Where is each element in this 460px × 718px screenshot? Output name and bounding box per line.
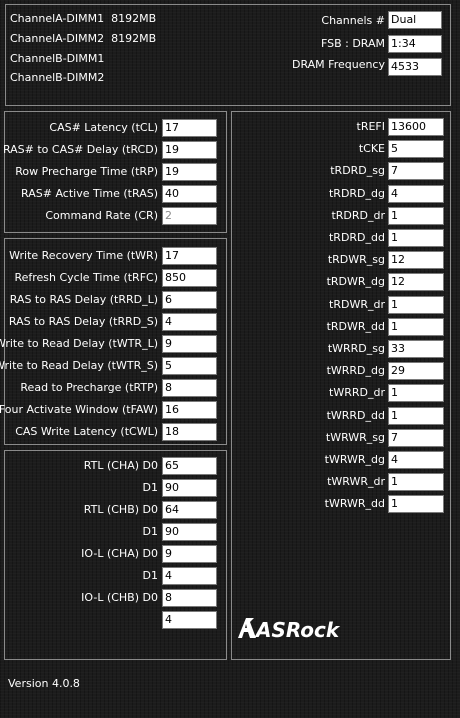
tertiary-timing-field[interactable]: 1 xyxy=(388,206,444,225)
tertiary-timing-label: tRDWR_dd xyxy=(326,319,385,333)
secondary-timing-field[interactable]: 850 xyxy=(162,269,217,287)
tertiary-timing-label: tRDWR_dr xyxy=(329,297,385,311)
rtl-iol-field[interactable]: 4 xyxy=(162,567,217,585)
tertiary-timing-field[interactable]: 1 xyxy=(388,384,444,403)
primary-timing-field[interactable]: 2 xyxy=(162,207,217,225)
secondary-timing-label: Write to Read Delay (tWTR_S) xyxy=(0,359,158,372)
tertiary-timing-label: tRDRD_dr xyxy=(331,208,385,222)
fsb-dram-field[interactable]: 1:34 xyxy=(388,35,442,53)
tertiary-timing-label: tWRRD_dg xyxy=(326,364,385,378)
tertiary-timing-label: tWRRD_sg xyxy=(327,342,385,355)
rtl-iol-field[interactable]: 90 xyxy=(162,523,217,541)
rtl-iol-label: IO-L (CHA) D0 xyxy=(81,547,158,560)
tertiary-timing-label: tWRWR_dg xyxy=(324,453,385,466)
tertiary-timing-label: tWRWR_dr xyxy=(327,475,385,489)
secondary-timing-label: RAS to RAS Delay (tRRD_L) xyxy=(9,293,158,306)
dimm-slot-b1: ChannelB-DIMM1 xyxy=(10,52,105,65)
tertiary-timing-label: tREFI xyxy=(356,120,385,133)
secondary-timing-label: Write to Read Delay (tWTR_L) xyxy=(0,337,158,350)
rtl-iol-field[interactable]: 4 xyxy=(162,611,217,629)
tertiary-timing-label: tWRRD_dd xyxy=(326,408,385,422)
primary-timing-label: CAS# Latency (tCL) xyxy=(49,121,158,134)
dimm-slot-b2: ChannelB-DIMM2 xyxy=(10,71,105,84)
secondary-timing-field[interactable]: 9 xyxy=(162,335,217,353)
tertiary-timing-label: tCKE xyxy=(358,142,385,156)
primary-timing-field[interactable]: 40 xyxy=(162,185,217,203)
rtl-iol-label: IO-L (CHB) D0 xyxy=(81,591,158,604)
dimm-slot-a1: ChannelA-DIMM1 8192MB xyxy=(10,12,157,25)
version-label: Version 4.0.8 xyxy=(8,677,80,690)
tertiary-timing-field[interactable]: 29 xyxy=(388,362,444,381)
rtl-iol-label: D1 xyxy=(142,525,158,538)
fsb-dram-label: FSB : DRAM xyxy=(320,37,385,50)
rtl-iol-field[interactable]: 65 xyxy=(162,457,217,475)
dram-frequency-field[interactable]: 4533 xyxy=(388,58,442,76)
tertiary-timing-label: tRDRD_dd xyxy=(328,231,385,244)
primary-timing-label: RAS# Active Time (tRAS) xyxy=(21,187,158,200)
secondary-timing-label: CAS Write Latency (tCWL) xyxy=(15,425,158,438)
tertiary-timing-field[interactable]: 4 xyxy=(388,184,444,203)
tertiary-timing-field[interactable]: 1 xyxy=(388,317,444,336)
secondary-timing-field[interactable]: 17 xyxy=(162,247,217,265)
asrock-logo: ASRock xyxy=(238,618,341,642)
secondary-timing-label: RAS to RAS Delay (tRRD_S) xyxy=(8,315,158,328)
tertiary-timing-field[interactable]: 1 xyxy=(388,229,444,247)
tertiary-timing-label: tWRWR_sg xyxy=(325,430,385,444)
tertiary-timing-label: tWRWR_dd xyxy=(324,497,385,511)
rtl-iol-field[interactable]: 8 xyxy=(162,589,217,607)
tertiary-timing-field[interactable]: 1 xyxy=(388,406,444,425)
secondary-timing-field[interactable]: 16 xyxy=(162,401,217,419)
secondary-timing-field[interactable]: 6 xyxy=(162,291,217,309)
secondary-timing-label: Write Recovery Time (tWR) xyxy=(9,249,158,262)
secondary-timing-field[interactable]: 5 xyxy=(162,357,217,375)
tertiary-timing-field[interactable]: 5 xyxy=(388,140,444,159)
channels-label: Channels # xyxy=(321,14,385,27)
rtl-iol-label: D1 xyxy=(142,569,158,582)
secondary-timing-label: Read to Precharge (tRTP) xyxy=(20,381,158,394)
tertiary-timing-field[interactable]: 7 xyxy=(388,162,444,181)
tertiary-timing-field[interactable]: 1 xyxy=(388,495,444,514)
secondary-timing-field[interactable]: 18 xyxy=(162,423,217,441)
rtl-iol-field[interactable]: 90 xyxy=(162,479,217,497)
tertiary-timing-label: tRDWR_sg xyxy=(327,253,385,267)
tertiary-timing-label: tRDRD_sg xyxy=(330,164,385,178)
rtl-iol-label: RTL (CHA) D0 xyxy=(83,459,158,472)
dimm-slot-a2: ChannelA-DIMM2 8192MB xyxy=(10,32,157,45)
tertiary-timing-label: tRDRD_dg xyxy=(328,186,385,200)
primary-timing-field[interactable]: 19 xyxy=(162,163,217,181)
primary-timing-label: Command Rate (CR) xyxy=(45,209,158,222)
tertiary-timing-label: tRDWR_dg xyxy=(326,275,385,289)
tertiary-timing-field[interactable]: 33 xyxy=(388,340,444,358)
rtl-iol-label: D1 xyxy=(142,481,158,494)
tertiary-timing-field[interactable]: 13600 xyxy=(388,118,444,136)
tertiary-timing-label: tWRRD_dr xyxy=(329,386,385,400)
tertiary-timing-field[interactable]: 12 xyxy=(388,273,444,292)
tertiary-timing-field[interactable]: 1 xyxy=(388,473,444,492)
primary-timing-field[interactable]: 17 xyxy=(162,119,217,137)
rtl-iol-field[interactable]: 64 xyxy=(162,501,217,519)
channels-field[interactable]: Dual xyxy=(388,11,442,29)
tertiary-timing-field[interactable]: 4 xyxy=(388,451,444,469)
rtl-iol-label: RTL (CHB) D0 xyxy=(83,503,158,516)
primary-timing-label: Row Precharge Time (tRP) xyxy=(15,165,158,178)
rtl-iol-field[interactable]: 9 xyxy=(162,545,217,563)
tertiary-timing-field[interactable]: 12 xyxy=(388,251,444,270)
secondary-timing-field[interactable]: 8 xyxy=(162,379,217,397)
primary-timing-label: RAS# to CAS# Delay (tRCD) xyxy=(2,143,158,156)
asrock-logo-text: ASRock xyxy=(254,618,341,642)
secondary-timing-label: Refresh Cycle Time (tRFC) xyxy=(14,271,158,284)
tertiary-timing-field[interactable]: 7 xyxy=(388,428,444,447)
secondary-timing-label: Four Activate Window (tFAW) xyxy=(0,403,158,416)
tertiary-timing-field[interactable]: 1 xyxy=(388,295,444,314)
dram-frequency-label: DRAM Frequency xyxy=(291,58,385,71)
primary-timing-field[interactable]: 19 xyxy=(162,141,217,159)
secondary-timing-field[interactable]: 4 xyxy=(162,313,217,331)
